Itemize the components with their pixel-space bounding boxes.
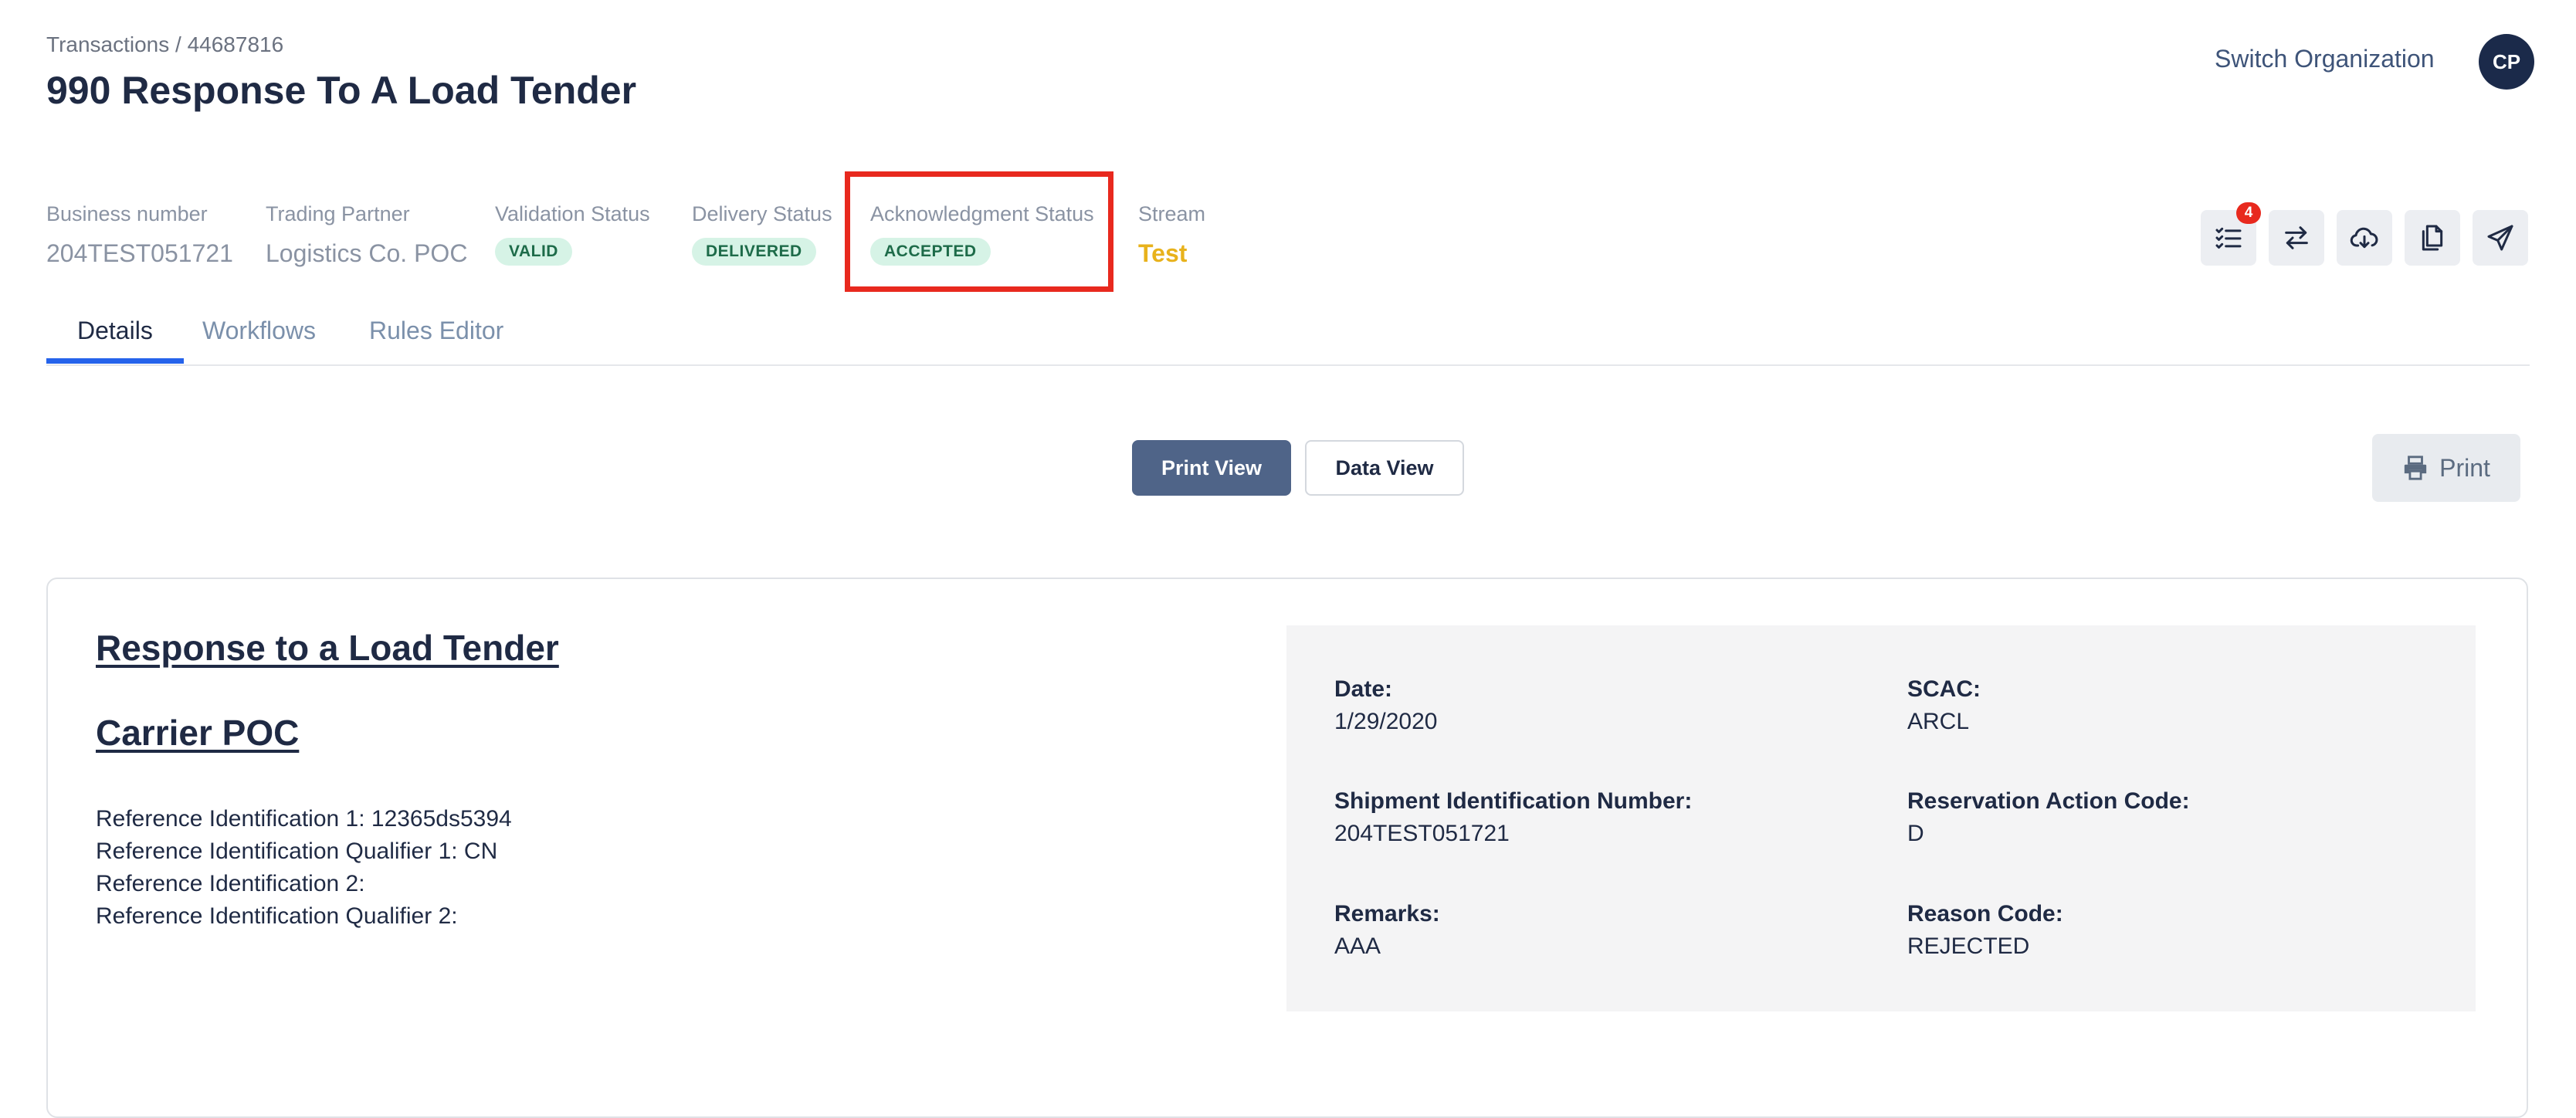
print-view-button[interactable]: Print View	[1132, 440, 1291, 496]
stream-label: Stream	[1138, 202, 1206, 225]
scac-value: ARCL	[1907, 709, 1970, 734]
document-title: Response to a Load Tender	[96, 628, 559, 668]
switch-organization-link[interactable]: Switch Organization	[2215, 45, 2435, 73]
shipment-id-label: Shipment Identification Number:	[1334, 788, 1693, 814]
print-button[interactable]: Print	[2372, 434, 2520, 502]
reference-line: Reference Identification Qualifier 2:	[96, 903, 458, 929]
document-subtitle: Carrier POC	[96, 713, 300, 753]
date-label: Date:	[1334, 676, 1393, 702]
swap-button[interactable]	[2269, 210, 2324, 266]
copy-icon	[2422, 225, 2443, 251]
stream-value: Test	[1138, 239, 1188, 267]
validation-status-badge: VALID	[495, 238, 572, 266]
delivery-status-badge: DELIVERED	[692, 238, 816, 266]
trading-partner-label: Trading Partner	[266, 202, 410, 225]
cloud-download-icon	[2350, 227, 2378, 249]
checklist-count-badge: 4	[2236, 202, 2261, 224]
send-button[interactable]	[2473, 210, 2528, 266]
tabs-divider	[46, 364, 2530, 366]
tab-details[interactable]: Details	[77, 317, 153, 345]
avatar[interactable]: CP	[2479, 34, 2534, 90]
business-number-label: Business number	[46, 202, 208, 225]
checklist-icon	[2215, 227, 2242, 249]
active-tab-indicator	[46, 358, 184, 364]
validation-status-label: Validation Status	[495, 202, 650, 225]
reason-code-label: Reason Code:	[1907, 901, 2063, 927]
data-view-button[interactable]: Data View	[1305, 440, 1464, 496]
delivery-status-label: Delivery Status	[692, 202, 832, 225]
reference-line: Reference Identification 1: 12365ds5394	[96, 806, 512, 832]
highlight-box	[845, 171, 1113, 292]
remarks-value: AAA	[1334, 933, 1381, 959]
swap-icon	[2285, 226, 2308, 249]
send-icon	[2487, 225, 2513, 251]
breadcrumb[interactable]: Transactions / 44687816	[46, 32, 283, 57]
page-title: 990 Response To A Load Tender	[46, 69, 637, 112]
business-number-value: 204TEST051721	[46, 239, 233, 267]
info-panel	[1286, 625, 2476, 1011]
reference-line: Reference Identification Qualifier 1: CN	[96, 839, 498, 864]
remarks-label: Remarks:	[1334, 901, 1440, 927]
shipment-id-value: 204TEST051721	[1334, 821, 1510, 846]
reservation-action-code-value: D	[1907, 821, 1924, 846]
download-button[interactable]	[2337, 210, 2392, 266]
date-value: 1/29/2020	[1334, 709, 1438, 734]
trading-partner-value: Logistics Co. POC	[266, 239, 468, 267]
tab-workflows[interactable]: Workflows	[202, 317, 316, 345]
tab-rules-editor[interactable]: Rules Editor	[369, 317, 503, 345]
print-label: Print	[2439, 453, 2490, 482]
printer-icon	[2404, 456, 2427, 480]
copy-button[interactable]	[2405, 210, 2460, 266]
reference-line: Reference Identification 2:	[96, 871, 365, 896]
reason-code-value: REJECTED	[1907, 933, 2030, 959]
scac-label: SCAC:	[1907, 676, 1981, 702]
reservation-action-code-label: Reservation Action Code:	[1907, 788, 2190, 814]
